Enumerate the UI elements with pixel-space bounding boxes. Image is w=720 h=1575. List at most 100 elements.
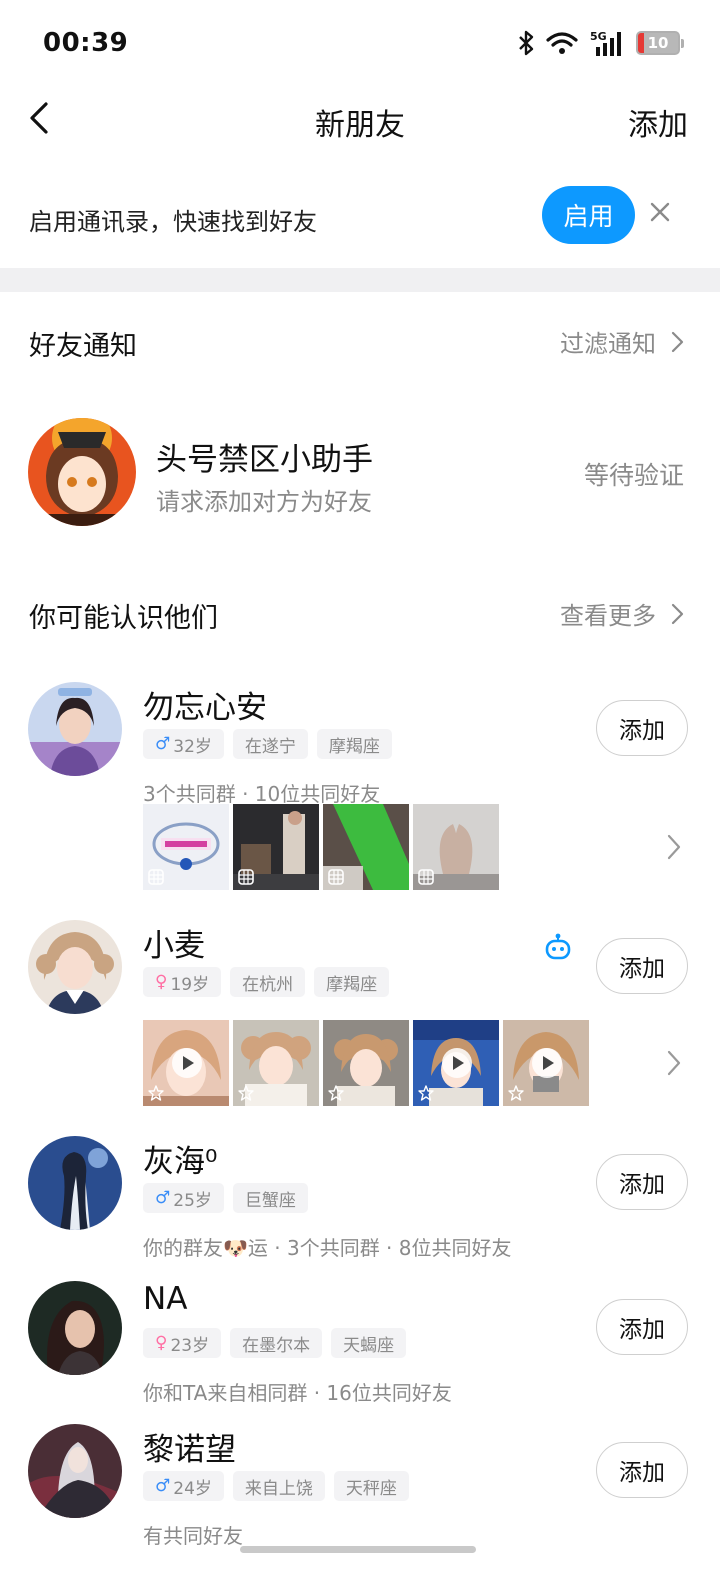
photo-thumb[interactable]	[233, 804, 319, 890]
gallery-icon	[238, 869, 254, 885]
person-tags: ♀ 23岁 在墨尔本 天蝎座	[143, 1328, 407, 1358]
add-friend-button[interactable]: 添加	[596, 938, 688, 994]
photo-thumb[interactable]	[323, 804, 409, 890]
friend-notify-header: 好友通知 过滤通知	[0, 318, 720, 362]
suggest-person[interactable]: 小麦 ♀ 19岁 在杭州 摩羯座 添加	[0, 920, 720, 1110]
person-tags: ♂ 25岁 巨蟹座	[143, 1183, 308, 1213]
age-tag: ♂ 25岁	[143, 1183, 224, 1213]
view-more-label: 查看更多	[560, 602, 656, 630]
suggest-person[interactable]: 灰海⁰ ♂ 25岁 巨蟹座 你的群友🐶运 · 3个共同群 · 8位共同好友 添加	[0, 1136, 720, 1260]
chevron-right-icon	[671, 331, 684, 352]
male-icon: ♂	[155, 1476, 171, 1496]
nav-add-button[interactable]: 添加	[628, 100, 688, 144]
video-thumb[interactable]	[143, 1020, 229, 1106]
age-tag: ♂ 32岁	[143, 729, 224, 759]
bluetooth-icon	[519, 30, 534, 56]
gallery-icon	[328, 869, 344, 885]
filter-notify-link[interactable]: 过滤通知	[560, 324, 684, 359]
filter-notify-label: 过滤通知	[560, 330, 656, 358]
wifi-icon	[546, 32, 578, 54]
suggest-title: 你可能认识他们	[29, 603, 218, 634]
video-thumb[interactable]	[503, 1020, 589, 1106]
male-icon: ♂	[155, 1188, 171, 1208]
video-thumb[interactable]	[323, 1020, 409, 1106]
video-strip[interactable]	[143, 1020, 589, 1106]
common-info: 你和TA来自相同群 · 16位共同好友	[143, 1381, 452, 1405]
common-info: 3个共同群 · 10位共同好友	[143, 782, 381, 806]
close-icon	[650, 202, 670, 222]
svg-text:5G: 5G	[590, 30, 607, 43]
person-name: 黎诺望	[143, 1432, 236, 1468]
zodiac-tag: 天蝎座	[331, 1328, 407, 1358]
video-thumb[interactable]	[413, 1020, 499, 1106]
battery-level: 10	[647, 34, 669, 52]
age-label: 24岁	[173, 1478, 212, 1499]
location-tag: 来自上饶	[232, 1471, 325, 1501]
gallery-icon	[148, 869, 164, 885]
add-friend-button[interactable]: 添加	[596, 1442, 688, 1498]
person-name: 小麦	[143, 928, 205, 964]
star-icon	[508, 1085, 524, 1101]
star-icon	[238, 1085, 254, 1101]
avatar	[28, 1136, 122, 1230]
suggest-person[interactable]: 勿忘心安 ♂ 32岁 在遂宁 摩羯座 3个共同群 · 10位共同好友 添加	[0, 682, 720, 892]
enable-contacts-button[interactable]: 启用	[542, 186, 635, 244]
age-label: 25岁	[173, 1190, 212, 1211]
person-tags: ♀ 19岁 在杭州 摩羯座	[143, 967, 390, 997]
play-icon	[442, 1048, 472, 1078]
female-icon: ♀	[155, 1333, 168, 1353]
notify-sub: 请求添加对方为好友	[156, 488, 372, 516]
contacts-banner: 启用通讯录，快速找到好友 启用	[0, 180, 720, 252]
avatar	[28, 920, 122, 1014]
avatar	[28, 418, 136, 526]
section-divider	[0, 268, 720, 292]
chevron-right-icon[interactable]	[664, 1048, 684, 1078]
photo-thumb[interactable]	[143, 804, 229, 890]
cellular-signal-icon: 5G	[590, 30, 621, 56]
chevron-right-icon[interactable]	[664, 832, 684, 862]
video-thumb[interactable]	[233, 1020, 319, 1106]
person-tags: ♂ 24岁 来自上饶 天秤座	[143, 1471, 409, 1501]
age-label: 23岁	[170, 1335, 210, 1356]
avatar	[28, 682, 122, 776]
view-more-link[interactable]: 查看更多	[560, 596, 684, 631]
person-name: 灰海⁰	[143, 1144, 218, 1180]
battery-indicator: 10	[636, 31, 684, 55]
photo-strip[interactable]	[143, 804, 499, 890]
suggest-person[interactable]: 黎诺望 ♂ 24岁 来自上饶 天秤座 有共同好友 添加	[0, 1424, 720, 1548]
age-label: 32岁	[173, 736, 212, 757]
male-icon: ♂	[155, 734, 171, 754]
avatar	[28, 1281, 122, 1375]
add-friend-button[interactable]: 添加	[596, 1299, 688, 1355]
add-friend-button[interactable]: 添加	[596, 1154, 688, 1210]
age-label: 19岁	[170, 974, 210, 995]
location-tag: 在杭州	[230, 967, 306, 997]
zodiac-tag: 天秤座	[333, 1471, 409, 1501]
star-icon	[418, 1085, 434, 1101]
female-icon: ♀	[155, 972, 168, 992]
play-icon	[172, 1048, 202, 1078]
friend-notify-item[interactable]: 头号禁区小助手 请求添加对方为好友 等待验证	[0, 418, 720, 528]
friend-notify-title: 好友通知	[29, 331, 137, 362]
common-info: 你的群友🐶运 · 3个共同群 · 8位共同好友	[143, 1236, 512, 1260]
play-icon	[532, 1048, 562, 1078]
person-name: 勿忘心安	[143, 690, 267, 726]
avatar	[28, 1424, 122, 1518]
age-tag: ♂ 24岁	[143, 1471, 224, 1501]
close-banner-button[interactable]	[646, 198, 674, 226]
suggest-person[interactable]: NA ♀ 23岁 在墨尔本 天蝎座 你和TA来自相同群 · 16位共同好友 添加	[0, 1281, 720, 1405]
age-tag: ♀ 23岁	[143, 1328, 222, 1358]
nav-bar: 新朋友 添加	[0, 88, 720, 148]
banner-text: 启用通讯录，快速找到好友	[29, 208, 317, 236]
home-indicator[interactable]	[240, 1546, 476, 1553]
add-friend-button[interactable]: 添加	[596, 700, 688, 756]
zodiac-tag: 摩羯座	[314, 967, 390, 997]
star-icon	[328, 1085, 344, 1101]
location-tag: 在墨尔本	[230, 1328, 323, 1358]
person-name: NA	[143, 1281, 188, 1317]
notify-status: 等待验证	[583, 461, 684, 490]
robot-icon	[545, 933, 571, 960]
gallery-icon	[418, 869, 434, 885]
photo-thumb[interactable]	[413, 804, 499, 890]
location-tag: 在遂宁	[232, 729, 308, 759]
